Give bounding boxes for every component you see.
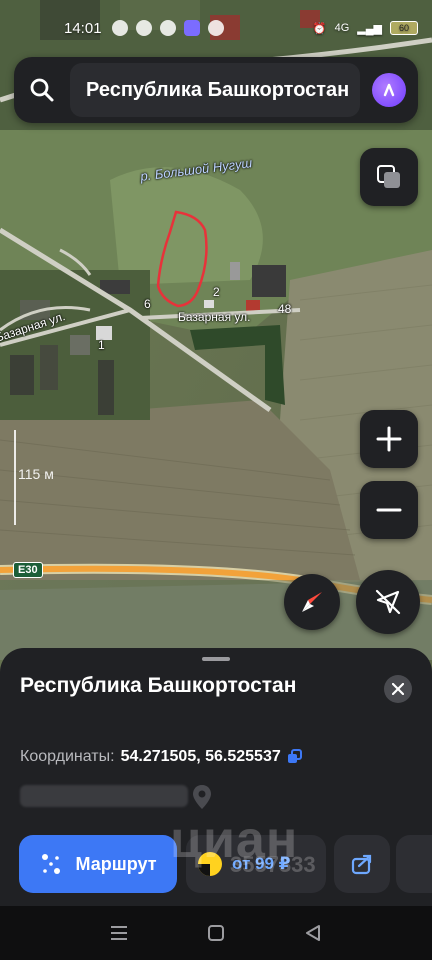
route-button-label: Маршрут bbox=[75, 853, 157, 874]
taxi-icon bbox=[198, 852, 222, 876]
sheet-grabber[interactable] bbox=[202, 657, 230, 661]
street-label: Базарная ул. bbox=[178, 310, 251, 324]
app-icon bbox=[207, 20, 224, 36]
coordinates: Координаты: 54.271505, 56.525537 bbox=[20, 748, 303, 766]
place-title: Республика Башкортостан bbox=[20, 674, 297, 697]
my-location-button[interactable] bbox=[356, 570, 420, 634]
coordinates-label: Координаты: bbox=[20, 748, 115, 765]
taxi-price: от 99 ₽ bbox=[232, 854, 291, 873]
zoom-in-button[interactable] bbox=[360, 410, 418, 468]
search-icon[interactable] bbox=[14, 57, 70, 123]
house-number: 48 bbox=[278, 302, 292, 316]
close-icon bbox=[392, 683, 404, 695]
notification-icon bbox=[159, 20, 176, 36]
route-icon bbox=[42, 854, 61, 874]
taxi-button[interactable]: от 99 ₽ bbox=[186, 835, 326, 893]
signal-icon: ▂▄▆ bbox=[357, 22, 382, 35]
road-badge: E30 bbox=[13, 562, 43, 578]
notification-icon bbox=[135, 20, 152, 36]
alice-button[interactable] bbox=[360, 57, 418, 123]
address-blurred bbox=[20, 785, 188, 807]
scale-label: 115 м bbox=[18, 466, 54, 482]
pin-icon bbox=[192, 784, 212, 815]
zoom-out-button[interactable] bbox=[360, 481, 418, 539]
more-button[interactable] bbox=[396, 835, 432, 893]
system-nav-bar bbox=[0, 906, 432, 960]
minus-icon bbox=[376, 508, 402, 512]
notification-icon bbox=[111, 20, 128, 36]
layers-button[interactable] bbox=[360, 148, 418, 206]
status-time: 14:01 bbox=[64, 19, 102, 37]
plus-icon bbox=[376, 426, 402, 452]
house-number: 2 bbox=[213, 285, 220, 299]
alarm-icon: ⏰ bbox=[312, 22, 327, 35]
place-card[interactable]: Республика Башкортостан Координаты: 54.2… bbox=[0, 648, 432, 906]
alice-icon bbox=[372, 73, 406, 107]
search-input[interactable]: Республика Башкортостан bbox=[70, 63, 360, 117]
copy-icon[interactable] bbox=[287, 749, 303, 765]
house-number: 1 bbox=[98, 338, 105, 352]
share-icon bbox=[351, 854, 372, 875]
share-button[interactable] bbox=[334, 835, 390, 893]
menu-icon[interactable] bbox=[107, 921, 131, 945]
app-icon bbox=[183, 20, 200, 36]
network-label: 4G bbox=[334, 22, 350, 34]
layers-icon bbox=[377, 165, 400, 188]
coordinates-value[interactable]: 54.271505, 56.525537 bbox=[121, 748, 281, 766]
search-bar[interactable]: Республика Башкортостан bbox=[14, 57, 418, 123]
map-scale: 115 м bbox=[14, 430, 74, 525]
status-bar: 14:01 ⏰ 4G ▂▄▆ 60 bbox=[0, 0, 432, 56]
back-icon[interactable] bbox=[301, 921, 325, 945]
house-number: 6 bbox=[144, 297, 151, 311]
compass-icon bbox=[302, 592, 322, 612]
close-button[interactable] bbox=[384, 675, 412, 703]
route-button[interactable]: Маршрут bbox=[19, 835, 177, 893]
home-icon[interactable] bbox=[204, 921, 228, 945]
battery-icon: 60 bbox=[390, 21, 418, 35]
compass-button[interactable] bbox=[284, 574, 340, 630]
location-off-icon bbox=[375, 589, 401, 615]
